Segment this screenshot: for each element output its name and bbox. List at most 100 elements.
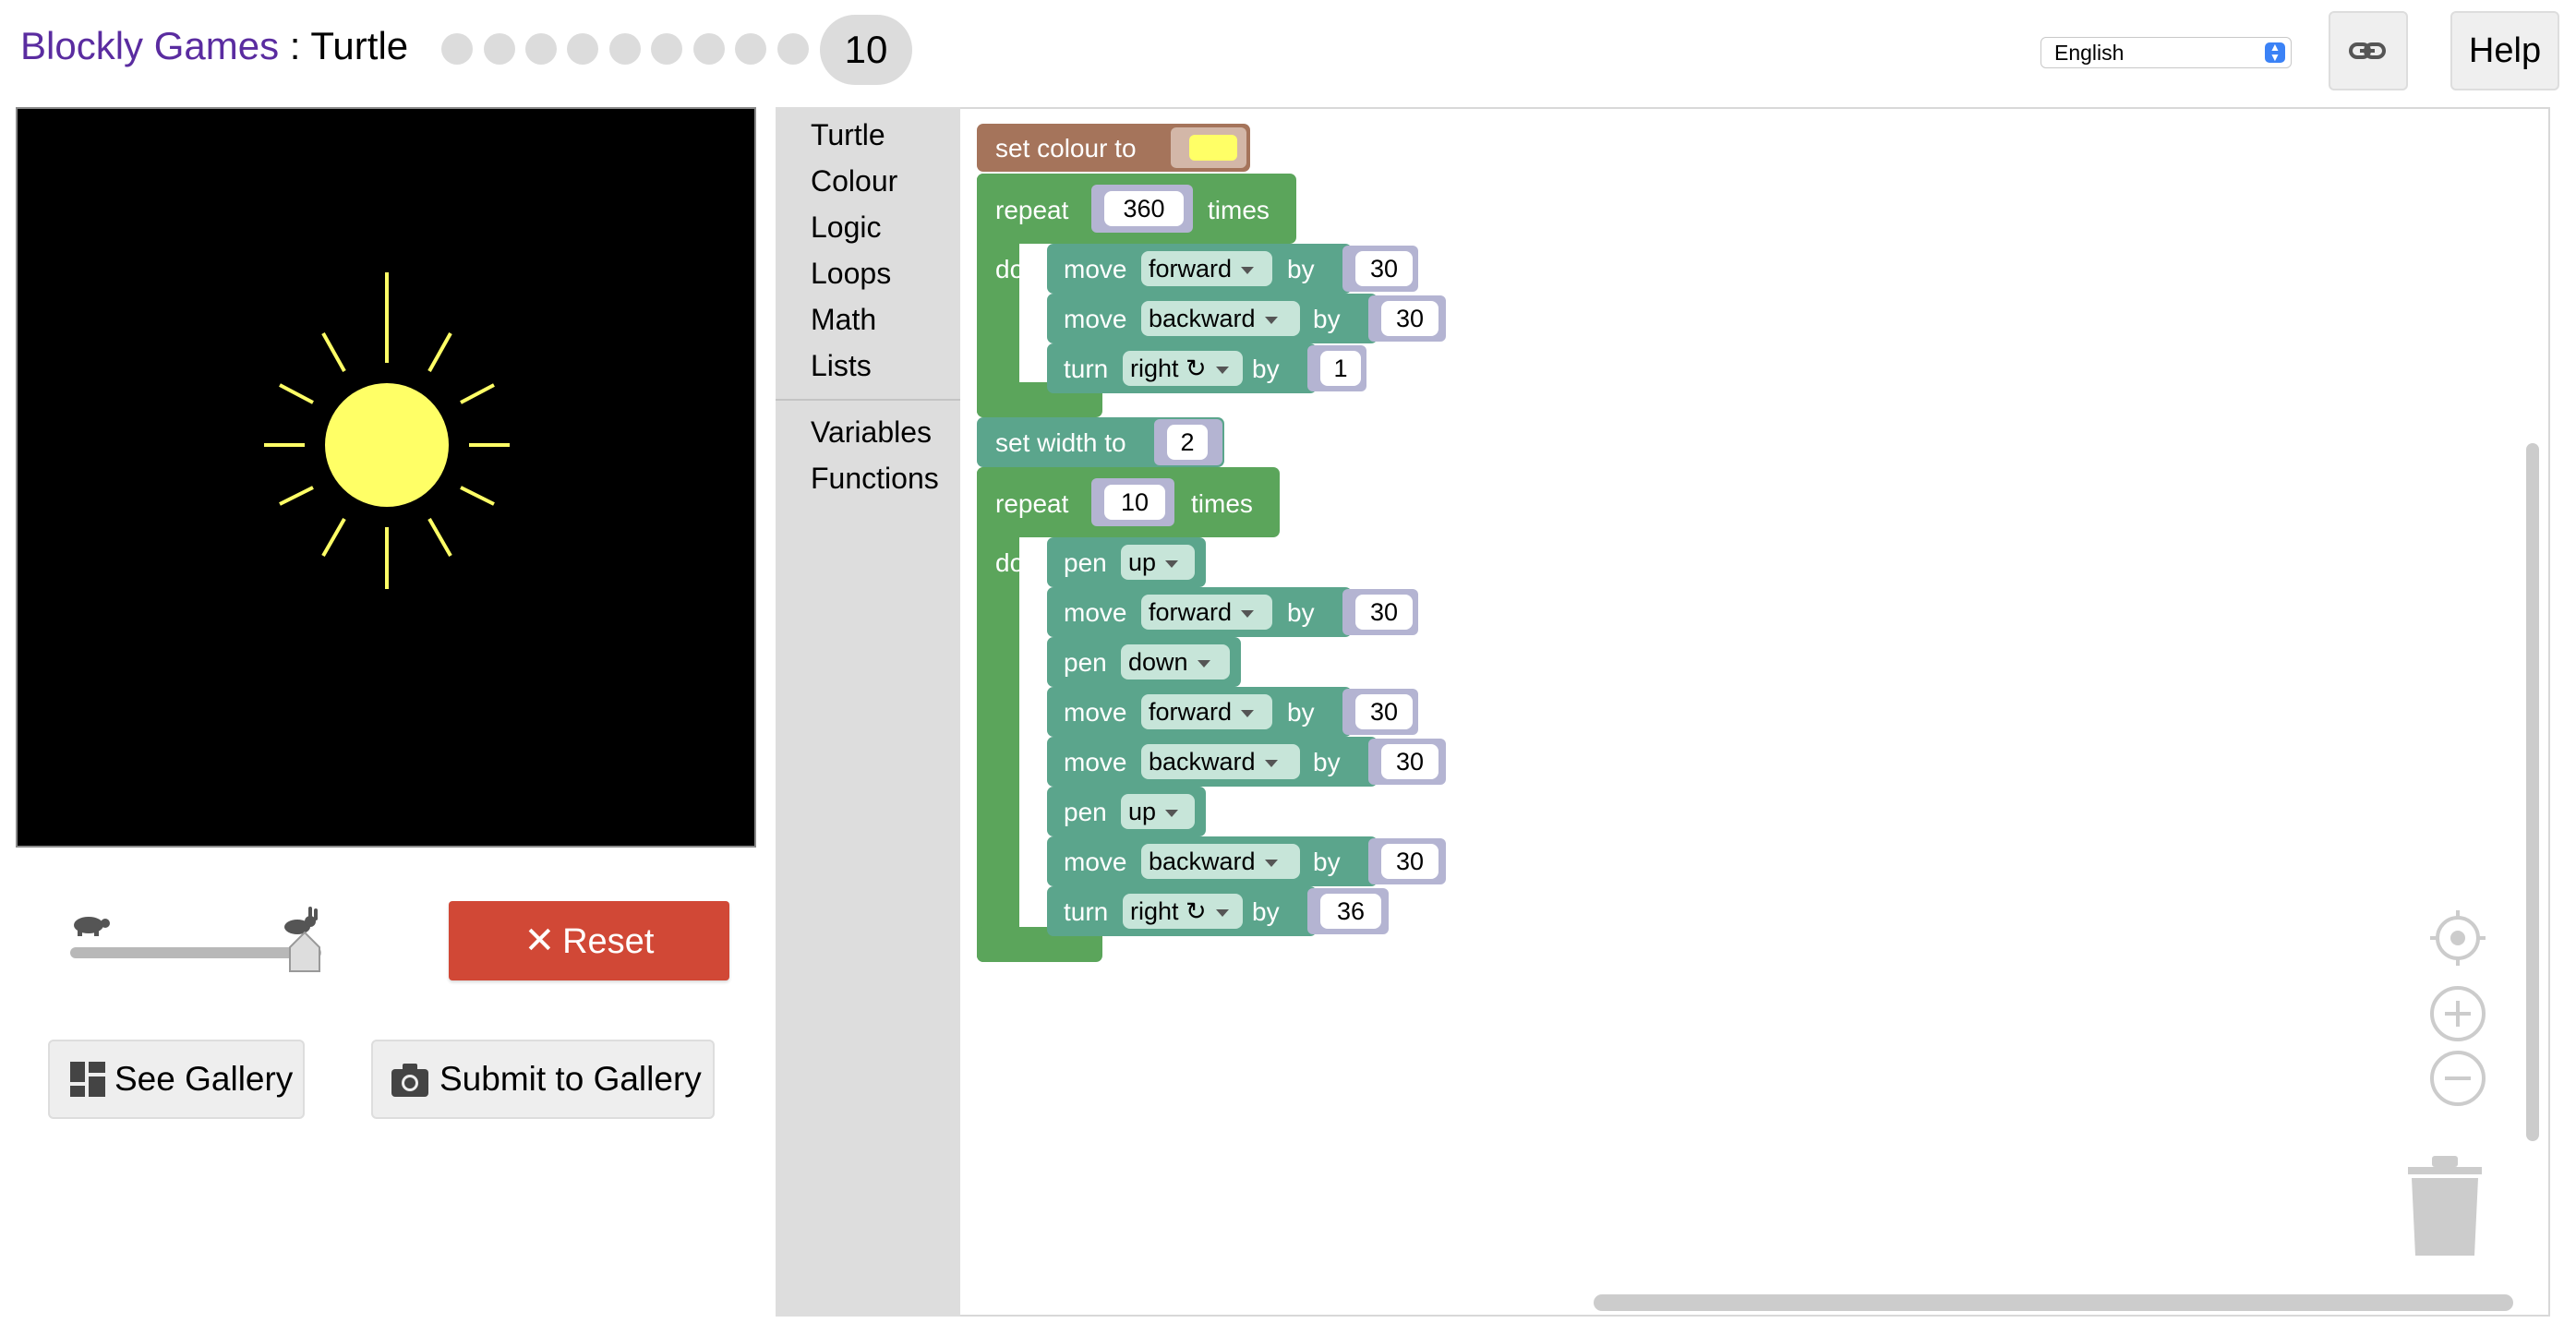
level-5-dot[interactable] xyxy=(609,33,641,65)
by-label: by xyxy=(1287,255,1315,283)
direction-dropdown[interactable]: backward xyxy=(1141,301,1300,336)
times-label: times xyxy=(1208,196,1270,224)
pen-state-dropdown[interactable]: up xyxy=(1121,545,1195,580)
direction-dropdown[interactable]: forward xyxy=(1141,694,1272,729)
turtle-display-canvas xyxy=(16,107,756,848)
level-3-dot[interactable] xyxy=(525,33,557,65)
language-select[interactable]: English ▲ ▼ xyxy=(2040,37,2292,68)
repeat-count-socket: 360 xyxy=(1091,185,1193,233)
direction-dropdown[interactable]: forward xyxy=(1141,251,1272,286)
turn-direction-dropdown[interactable]: right ↻ xyxy=(1123,894,1243,929)
pen-state-dropdown[interactable]: up xyxy=(1121,794,1195,829)
level-7-dot[interactable] xyxy=(693,33,725,65)
level-6-dot[interactable] xyxy=(651,33,682,65)
help-button[interactable]: Help xyxy=(2450,11,2559,90)
by-label: by xyxy=(1252,355,1280,383)
direction-dropdown[interactable]: backward xyxy=(1141,844,1300,879)
close-icon: ✕ xyxy=(524,920,556,961)
times-label: times xyxy=(1191,489,1253,518)
direction-dropdown[interactable]: forward xyxy=(1141,595,1272,630)
toolbox-category-turtle[interactable]: Turtle xyxy=(811,118,885,152)
zoom-in-icon[interactable] xyxy=(2428,984,2487,1043)
level-8-dot[interactable] xyxy=(735,33,766,65)
repeat-label: repeat xyxy=(995,196,1069,224)
level-9-dot[interactable] xyxy=(777,33,809,65)
repeat-block-2-spine[interactable] xyxy=(977,467,1019,962)
turn-direction-dropdown[interactable]: right ↻ xyxy=(1123,351,1243,386)
toolbox-category-lists[interactable]: Lists xyxy=(811,349,872,383)
direction-value: forward xyxy=(1149,255,1233,283)
speed-slider-track[interactable] xyxy=(70,947,321,958)
repeat-count-field[interactable]: 360 xyxy=(1104,191,1184,226)
move-label: move xyxy=(1064,698,1127,727)
turn-block[interactable]: turn right ↻ by xyxy=(1047,343,1317,393)
value-field[interactable]: 30 xyxy=(1355,595,1413,630)
speed-slider-knob[interactable] xyxy=(288,931,321,973)
value-field[interactable]: 30 xyxy=(1381,744,1438,779)
move-block[interactable]: move backward by xyxy=(1047,737,1378,787)
zoom-out-icon[interactable] xyxy=(2428,1049,2487,1108)
pen-block[interactable]: pen down xyxy=(1047,637,1241,687)
move-block[interactable]: move forward by xyxy=(1047,687,1352,737)
gallery-icon xyxy=(70,1062,105,1097)
value-field[interactable]: 30 xyxy=(1381,844,1438,879)
level-4-dot[interactable] xyxy=(567,33,598,65)
level-2-dot[interactable] xyxy=(484,33,515,65)
move-label: move xyxy=(1064,848,1127,876)
toolbox-category-math[interactable]: Math xyxy=(811,303,876,337)
value-socket: 36 xyxy=(1307,888,1389,934)
move-block[interactable]: move forward by xyxy=(1047,587,1352,637)
workspace-vertical-scrollbar[interactable] xyxy=(2526,443,2539,1141)
pen-state-value: down xyxy=(1128,648,1188,676)
value-socket: 30 xyxy=(1368,838,1446,884)
pen-state-dropdown[interactable]: down xyxy=(1121,644,1230,680)
set-width-block[interactable]: set width to 2 xyxy=(977,417,1224,467)
toolbox-category-colour[interactable]: Colour xyxy=(811,164,897,198)
trash-icon[interactable] xyxy=(2401,1149,2486,1256)
move-block[interactable]: move forward by xyxy=(1047,244,1352,294)
value-field[interactable]: 30 xyxy=(1381,301,1438,336)
current-level-badge[interactable]: 10 xyxy=(820,15,912,85)
turn-label: turn xyxy=(1064,355,1109,383)
value-field[interactable]: 30 xyxy=(1355,694,1413,729)
move-block[interactable]: move backward by xyxy=(1047,836,1378,886)
value-socket: 30 xyxy=(1342,246,1418,292)
move-block[interactable]: move backward by xyxy=(1047,294,1378,343)
reset-label: Reset xyxy=(562,922,655,961)
level-1-dot[interactable] xyxy=(441,33,473,65)
turn-label: turn xyxy=(1064,897,1109,926)
repeat-count-socket: 10 xyxy=(1091,478,1174,526)
width-field[interactable]: 2 xyxy=(1167,425,1208,460)
toolbox-category-functions[interactable]: Functions xyxy=(811,462,939,496)
set-colour-block[interactable]: set colour to xyxy=(977,124,1250,172)
submit-gallery-button[interactable]: Submit to Gallery xyxy=(371,1040,715,1119)
link-button[interactable] xyxy=(2329,11,2408,90)
pen-block[interactable]: pen up xyxy=(1047,787,1206,836)
turn-direction-value: right ↻ xyxy=(1130,897,1207,925)
value-field[interactable]: 1 xyxy=(1320,351,1361,386)
repeat-block-1[interactable]: repeat 360 times xyxy=(977,174,1296,244)
sun-drawing xyxy=(264,272,510,589)
turn-block[interactable]: turn right ↻ by xyxy=(1047,886,1317,936)
value-field[interactable]: 36 xyxy=(1320,894,1381,929)
reset-button[interactable]: ✕ Reset xyxy=(449,901,729,980)
pen-block[interactable]: pen up xyxy=(1047,537,1206,587)
see-gallery-button[interactable]: See Gallery xyxy=(48,1040,305,1119)
by-label: by xyxy=(1252,897,1280,926)
value-field[interactable]: 30 xyxy=(1355,251,1413,286)
toolbox-category-variables[interactable]: Variables xyxy=(811,415,932,450)
repeat-count-field[interactable]: 10 xyxy=(1104,485,1165,520)
game-name: Turtle xyxy=(310,24,409,67)
set-colour-label: set colour to xyxy=(995,134,1137,162)
toolbox-separator xyxy=(776,399,960,401)
toolbox-category-loops[interactable]: Loops xyxy=(811,257,891,291)
toolbox-category-logic[interactable]: Logic xyxy=(811,210,882,245)
app-name-link[interactable]: Blockly Games xyxy=(20,24,279,67)
pen-label: pen xyxy=(1064,548,1107,577)
workspace-horizontal-scrollbar[interactable] xyxy=(1594,1294,2513,1311)
recenter-icon[interactable] xyxy=(2428,908,2487,968)
direction-dropdown[interactable]: backward xyxy=(1141,744,1300,779)
colour-swatch[interactable] xyxy=(1189,135,1237,161)
pen-label: pen xyxy=(1064,648,1107,677)
repeat-block-2[interactable]: repeat 10 times xyxy=(977,467,1280,537)
